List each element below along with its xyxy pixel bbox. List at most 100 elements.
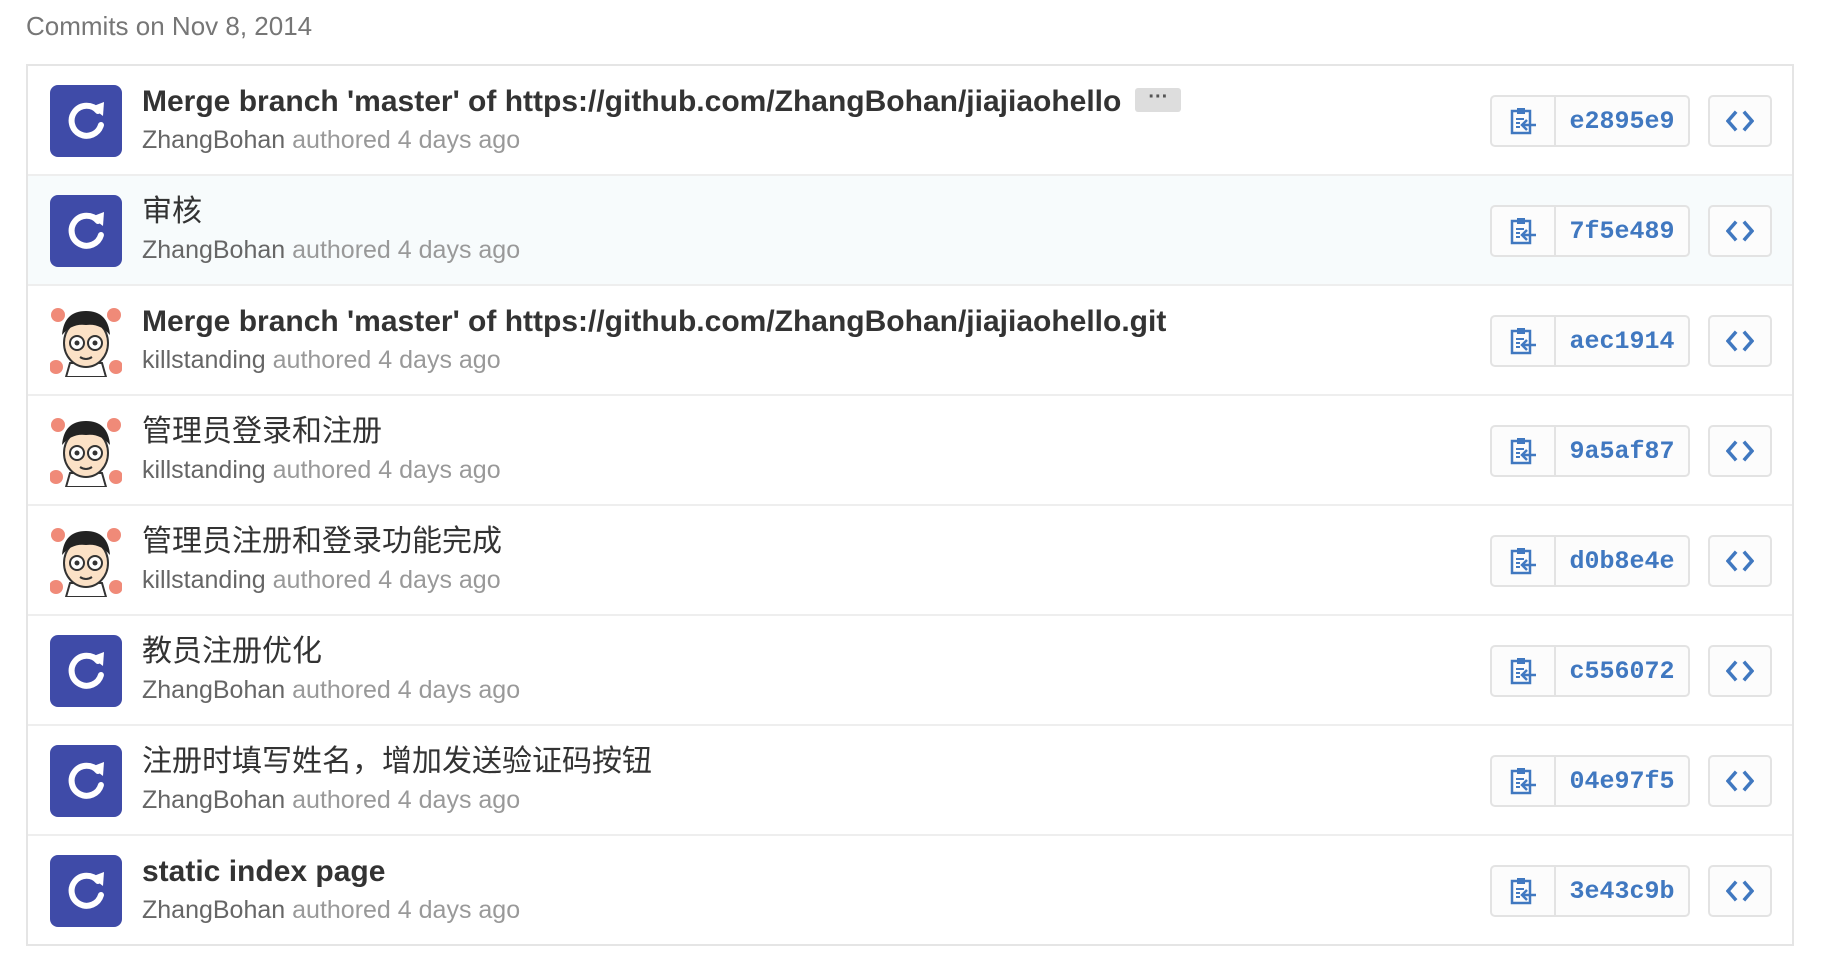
commit-author[interactable]: ZhangBohan	[142, 236, 285, 264]
cartoon-face-avatar-icon[interactable]	[50, 305, 122, 377]
commit-sha-link[interactable]: 9a5af87	[1556, 427, 1688, 475]
commit-sha-link[interactable]: e2895e9	[1556, 97, 1688, 145]
sha-button-group: 9a5af87	[1490, 425, 1690, 477]
sha-button-group: aec1914	[1490, 315, 1690, 367]
copy-sha-button[interactable]	[1492, 427, 1556, 475]
commit-time: 4 days ago	[397, 896, 521, 924]
clipboard-icon	[1510, 658, 1536, 685]
commit-row: 注册时填写姓名，增加发送验证码按钮 ZhangBohan authored 4 …	[28, 726, 1792, 836]
commit-time: 4 days ago	[378, 456, 501, 484]
browse-code-button[interactable]	[1708, 95, 1772, 147]
commit-meta: ZhangBohan authored 4 days ago	[142, 122, 520, 158]
copy-sha-button[interactable]	[1492, 867, 1556, 915]
code-brackets-icon	[1726, 880, 1754, 902]
commit-row: 管理员登录和注册 killstanding authored 4 days ag…	[28, 396, 1792, 506]
browse-code-button[interactable]	[1708, 425, 1772, 477]
commit-time: 4 days ago	[397, 786, 521, 814]
clipboard-icon	[1510, 438, 1536, 465]
code-brackets-icon	[1726, 660, 1754, 682]
commit-author[interactable]: killstanding	[142, 456, 266, 484]
browse-code-button[interactable]	[1708, 755, 1772, 807]
commit-message[interactable]: static index page	[142, 852, 385, 892]
clipboard-icon	[1510, 878, 1536, 905]
commit-row: 教员注册优化 ZhangBohan authored 4 days ago c5…	[28, 616, 1792, 726]
commit-sha-link[interactable]: 04e97f5	[1556, 757, 1688, 805]
code-brackets-icon	[1726, 440, 1754, 462]
copy-sha-button[interactable]	[1492, 97, 1556, 145]
commit-sha-link[interactable]: d0b8e4e	[1556, 537, 1688, 585]
commit-message[interactable]: Merge branch 'master' of https://github.…	[142, 302, 1166, 342]
code-brackets-icon	[1726, 110, 1754, 132]
cartoon-face-avatar-icon[interactable]	[50, 415, 122, 487]
copy-sha-button[interactable]	[1492, 207, 1556, 255]
authored-label: authored	[292, 126, 391, 154]
commit-message[interactable]: Merge branch 'master' of https://github.…	[142, 82, 1182, 122]
code-brackets-icon	[1726, 220, 1754, 242]
code-brackets-icon	[1726, 550, 1754, 572]
bot-avatar-icon[interactable]	[50, 85, 122, 157]
copy-sha-button[interactable]	[1492, 647, 1556, 695]
copy-sha-button[interactable]	[1492, 317, 1556, 365]
authored-label: authored	[292, 676, 391, 704]
clipboard-icon	[1510, 768, 1536, 795]
commit-sha-link[interactable]: c556072	[1556, 647, 1688, 695]
commit-author[interactable]: ZhangBohan	[142, 786, 285, 814]
commit-message[interactable]: 管理员登录和注册	[142, 412, 382, 452]
clipboard-icon	[1510, 548, 1536, 575]
code-brackets-icon	[1726, 330, 1754, 352]
commit-author[interactable]: ZhangBohan	[142, 126, 285, 154]
commit-author[interactable]: ZhangBohan	[142, 896, 285, 924]
commit-message[interactable]: 教员注册优化	[142, 632, 322, 672]
expand-ellipsis-button[interactable]: ···	[1135, 87, 1182, 113]
commit-meta: ZhangBohan authored 4 days ago	[142, 892, 520, 928]
sha-button-group: 04e97f5	[1490, 755, 1690, 807]
copy-sha-button[interactable]	[1492, 757, 1556, 805]
bot-avatar-icon[interactable]	[50, 195, 122, 267]
bot-avatar-icon[interactable]	[50, 855, 122, 927]
commit-meta: killstanding authored 4 days ago	[142, 342, 501, 378]
sha-button-group: c556072	[1490, 645, 1690, 697]
commit-time: 4 days ago	[397, 676, 521, 704]
authored-label: authored	[272, 566, 372, 594]
code-brackets-icon	[1726, 770, 1754, 792]
authored-label: authored	[292, 896, 391, 924]
sha-button-group: 3e43c9b	[1490, 865, 1690, 917]
commit-meta: ZhangBohan authored 4 days ago	[142, 232, 520, 268]
browse-code-button[interactable]	[1708, 205, 1772, 257]
commit-row: 管理员注册和登录功能完成 killstanding authored 4 day…	[28, 506, 1792, 616]
commit-list: Merge branch 'master' of https://github.…	[26, 64, 1794, 946]
commit-meta: killstanding authored 4 days ago	[142, 452, 501, 488]
commit-author[interactable]: ZhangBohan	[142, 676, 285, 704]
cartoon-face-avatar-icon[interactable]	[50, 525, 122, 597]
sha-button-group: e2895e9	[1490, 95, 1690, 147]
commit-author[interactable]: killstanding	[142, 346, 266, 374]
commit-message[interactable]: 注册时填写姓名，增加发送验证码按钮	[142, 742, 652, 782]
commit-meta: ZhangBohan authored 4 days ago	[142, 782, 520, 818]
bot-avatar-icon[interactable]	[50, 635, 122, 707]
clipboard-icon	[1510, 328, 1536, 355]
commit-sha-link[interactable]: 7f5e489	[1556, 207, 1688, 255]
commit-sha-link[interactable]: aec1914	[1556, 317, 1688, 365]
authored-label: authored	[292, 236, 391, 264]
commit-time: 4 days ago	[397, 126, 521, 154]
commit-row: Merge branch 'master' of https://github.…	[28, 66, 1792, 176]
browse-code-button[interactable]	[1708, 865, 1772, 917]
sha-button-group: 7f5e489	[1490, 205, 1690, 257]
commit-group-heading: Commits on Nov 8, 2014	[26, 11, 313, 41]
clipboard-icon	[1510, 218, 1536, 245]
commit-meta: killstanding authored 4 days ago	[142, 562, 501, 598]
commit-sha-link[interactable]: 3e43c9b	[1556, 867, 1688, 915]
commit-time: 4 days ago	[378, 346, 501, 374]
clipboard-icon	[1510, 108, 1536, 135]
authored-label: authored	[292, 786, 391, 814]
copy-sha-button[interactable]	[1492, 537, 1556, 585]
commit-message[interactable]: 管理员注册和登录功能完成	[142, 522, 502, 562]
browse-code-button[interactable]	[1708, 645, 1772, 697]
authored-label: authored	[272, 456, 372, 484]
commit-row: Merge branch 'master' of https://github.…	[28, 286, 1792, 396]
browse-code-button[interactable]	[1708, 535, 1772, 587]
browse-code-button[interactable]	[1708, 315, 1772, 367]
commit-message[interactable]: 审核	[142, 192, 202, 232]
commit-author[interactable]: killstanding	[142, 566, 266, 594]
bot-avatar-icon[interactable]	[50, 745, 122, 817]
